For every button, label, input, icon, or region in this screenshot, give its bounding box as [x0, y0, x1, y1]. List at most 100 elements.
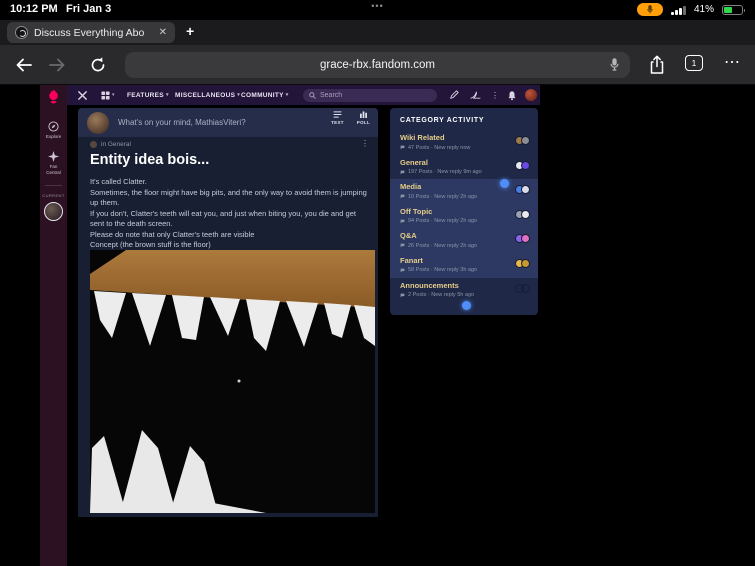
- post-composer[interactable]: What's on your mind, MathiasViteri? TEXT…: [78, 108, 378, 137]
- status-bar: 10:12 PM Fri Jan 3 ••• 41%: [0, 0, 755, 20]
- post-category-label: in General: [101, 141, 131, 148]
- category-row-qa[interactable]: Q&A 26 Posts · New reply 2h ago: [390, 228, 538, 253]
- post-paragraph: It's called Clatter.: [90, 177, 147, 186]
- user-avatar[interactable]: [525, 89, 537, 101]
- notification-bell-icon[interactable]: [507, 85, 517, 105]
- multitask-handle-icon[interactable]: •••: [371, 1, 383, 11]
- category-row-fanart[interactable]: Fanart 58 Posts · New reply 3h ago: [390, 252, 538, 278]
- post-paragraph: Please do note that only Clatter's teeth…: [90, 229, 255, 239]
- category-avatars: [515, 258, 530, 268]
- site-favicon: [15, 26, 28, 39]
- chevron-down-icon: ▾: [237, 92, 241, 98]
- comment-bubble-icon: [400, 170, 405, 174]
- text-post-button[interactable]: TEXT: [331, 111, 344, 125]
- category-name[interactable]: Off Topic: [400, 207, 530, 216]
- fandom-rail: Explore Fan Central CURRENT: [40, 85, 67, 566]
- wiki-home-menu[interactable]: ▾: [101, 85, 115, 105]
- battery-icon: [722, 5, 745, 15]
- category-meta: 94 Posts · New reply 2h ago: [408, 218, 478, 225]
- category-meta: 47 Posts · New reply now: [408, 144, 471, 151]
- tabs-overview-button[interactable]: 1: [685, 55, 703, 71]
- rail-item-fan-central[interactable]: Fan Central: [46, 151, 61, 175]
- nav-kebab-icon[interactable]: ⋮: [491, 85, 499, 105]
- category-row-media[interactable]: Media 10 Posts · New reply 2h ago: [390, 179, 538, 204]
- poster-avatar: [90, 141, 97, 148]
- category-activity-title: CATEGORY ACTIVITY: [400, 117, 485, 124]
- wiki-mark-icon[interactable]: [77, 85, 88, 105]
- post-title[interactable]: Entity idea bois...: [90, 152, 209, 168]
- nav-menu-features[interactable]: FEATURES ▾: [127, 85, 169, 105]
- composer-prompt[interactable]: What's on your mind, MathiasViteri?: [118, 118, 246, 127]
- comment-bubble-icon: [400, 219, 405, 224]
- webpage: Explore Fan Central CURRENT ▾ FEATURES ▾…: [0, 85, 755, 566]
- wiki-nav-bar: ▾ FEATURES ▾ MISCELLANEOUS ▾ COMMUNITY ▾ Se…: [67, 85, 540, 105]
- category-name[interactable]: Media: [400, 182, 530, 191]
- category-avatars: [515, 185, 530, 195]
- address-bar[interactable]: grace-rbx.fandom.com: [125, 52, 630, 78]
- post-paragraph: Concept (the brown stuff is the floor): [90, 240, 211, 249]
- current-wiki-label: CURRENT: [42, 193, 65, 199]
- chevron-down-icon: ▾: [165, 92, 169, 98]
- nav-menu-community[interactable]: COMMUNITY ▾: [241, 85, 289, 105]
- edit-icon[interactable]: [449, 85, 459, 105]
- post-category[interactable]: in General: [90, 141, 131, 148]
- category-meta: 10 Posts · New reply 2h ago: [408, 193, 478, 200]
- rail-item-explore[interactable]: Explore: [46, 121, 61, 139]
- tab-count: 1: [691, 58, 697, 68]
- category-row-wiki-related[interactable]: Wiki Related 47 Posts · New reply now: [390, 130, 538, 155]
- category-row-announcements[interactable]: Announcements 2 Posts · New reply 5h ago: [390, 278, 538, 303]
- url-text: grace-rbx.fandom.com: [319, 59, 436, 71]
- composer-avatar: [87, 111, 109, 134]
- category-avatars: [515, 209, 530, 219]
- comment-bubble-icon: [400, 268, 405, 273]
- reload-button[interactable]: [89, 56, 109, 74]
- current-wiki-avatar[interactable]: [44, 202, 63, 222]
- tab-title: Discuss Everything Abo: [34, 26, 145, 39]
- close-tab-icon[interactable]: ✕: [159, 27, 167, 38]
- category-name[interactable]: Q&A: [400, 231, 530, 240]
- forward-button[interactable]: [48, 56, 68, 74]
- category-avatars: [515, 283, 530, 293]
- battery-percent: 41%: [694, 4, 715, 15]
- toolbar-more-icon[interactable]: ⋯: [724, 52, 740, 72]
- category-row-off-topic[interactable]: Off Topic 94 Posts · New reply 2h ago: [390, 203, 538, 229]
- category-meta: 197 Posts · New reply 9m ago: [408, 169, 482, 176]
- back-button[interactable]: [14, 56, 34, 74]
- explore-icon: [48, 121, 59, 132]
- nav-menu-miscellaneous[interactable]: MISCELLANEOUS ▾: [175, 85, 240, 105]
- signature-icon[interactable]: [470, 85, 481, 105]
- share-button[interactable]: [648, 55, 668, 74]
- post-paragraph: If you don't, Clatter's teeth will eat y…: [90, 208, 356, 229]
- post-image-clatter-concept[interactable]: [90, 250, 375, 513]
- comment-bubble-icon: [400, 244, 405, 248]
- comment-bubble-icon: [400, 145, 405, 150]
- category-meta: 26 Posts · New reply 2h ago: [408, 242, 478, 249]
- category-avatars: [515, 136, 530, 145]
- search-input[interactable]: Search: [303, 88, 437, 102]
- post-kebab-icon[interactable]: ⋮: [361, 139, 369, 148]
- category-meta: 2 Posts · New reply 5h ago: [408, 292, 475, 299]
- category-avatars: [515, 234, 530, 244]
- fandom-logo-icon[interactable]: [46, 89, 61, 109]
- category-name[interactable]: Wiki Related: [400, 133, 530, 142]
- category-name[interactable]: General: [400, 158, 530, 167]
- pointer-dot: [462, 301, 471, 310]
- new-tab-button[interactable]: +: [186, 23, 194, 39]
- browser-tab[interactable]: Discuss Everything Abo ✕: [7, 22, 175, 43]
- category-row-general[interactable]: General 197 Posts · New reply 9m ago: [390, 155, 538, 180]
- voice-search-icon[interactable]: [609, 58, 620, 76]
- category-name[interactable]: Announcements: [400, 281, 530, 290]
- chevron-down-icon: ▾: [285, 92, 289, 98]
- mic-icon: [647, 5, 653, 14]
- poll-post-button[interactable]: POLL: [357, 111, 370, 125]
- safari-toolbar: grace-rbx.fandom.com 1 ⋯: [0, 45, 755, 85]
- text-lines-icon: [333, 111, 342, 118]
- chevron-down-icon: ▾: [112, 92, 115, 98]
- category-name[interactable]: Fanart: [400, 256, 530, 265]
- ipad-screen: 10:12 PM Fri Jan 3 ••• 41% Discuss Every…: [0, 0, 755, 566]
- microphone-in-use-indicator: [637, 3, 663, 16]
- category-avatars: [515, 160, 530, 170]
- fan-central-label: Fan Central: [46, 164, 61, 175]
- safari-tab-bar: Discuss Everything Abo ✕ +: [0, 20, 755, 45]
- rail-divider: [45, 185, 62, 187]
